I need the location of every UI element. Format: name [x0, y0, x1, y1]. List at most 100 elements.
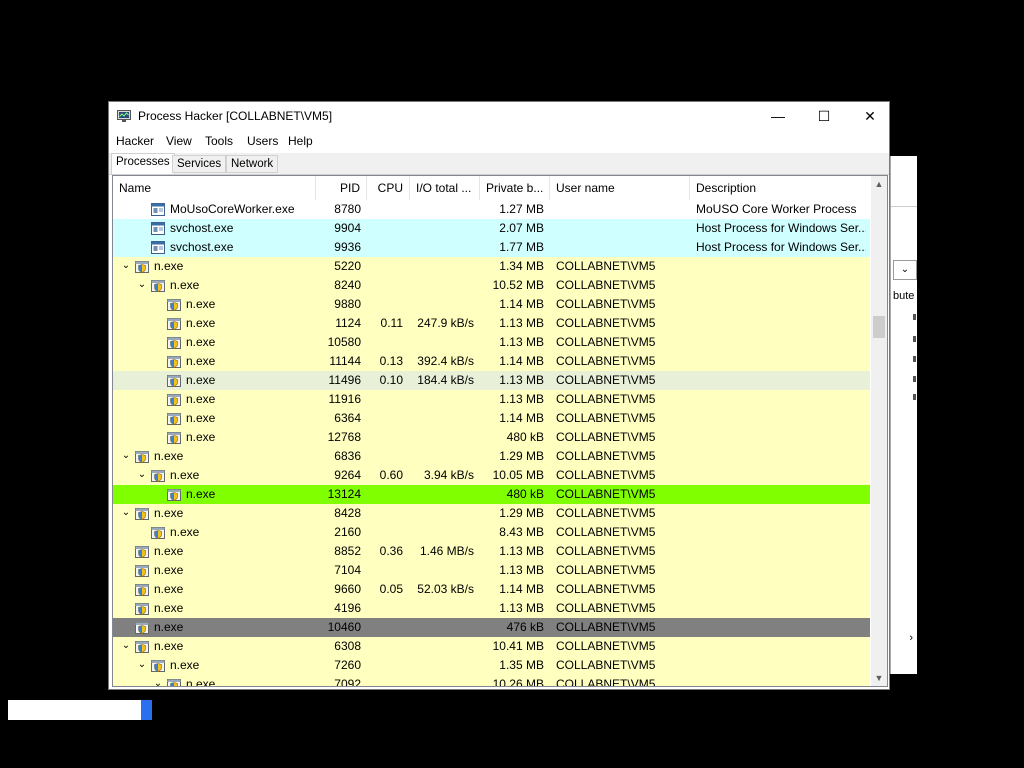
column-user-name[interactable]: User name — [550, 176, 690, 200]
table-row[interactable]: ⌄ n.exe 8428 1.29 MB COLLABNET\VM5 — [113, 504, 870, 523]
process-io-total — [410, 485, 474, 504]
process-io-total — [410, 504, 474, 523]
process-shield-icon — [150, 658, 166, 673]
process-name: n.exe — [154, 601, 184, 615]
process-user-name: COLLABNET\VM5 — [556, 506, 656, 520]
process-cpu — [367, 219, 403, 238]
table-row[interactable]: ⌄ n.exe 7092 10.26 MB COLLABNET\VM5 — [113, 675, 870, 687]
table-row[interactable]: n.exe 11144 0.13 392.4 kB/s 1.14 MB COLLABNET… — [113, 352, 870, 371]
process-private-bytes: 1.13 MB — [499, 373, 544, 387]
process-hacker-window: Process Hacker [COLLABNET\VM5] — ☐ ✕ Hac… — [108, 101, 890, 690]
process-cpu — [367, 409, 403, 428]
close-button[interactable]: ✕ — [847, 102, 893, 130]
tree-expander-chevron-icon[interactable]: ⌄ — [137, 656, 147, 675]
tab-network[interactable]: Network — [226, 155, 279, 173]
tab-services[interactable]: Services — [172, 155, 227, 173]
background-scroll-arrow[interactable]: › — [909, 632, 913, 644]
table-row[interactable]: n.exe 10460 476 kB COLLABNET\VM5 — [113, 618, 870, 637]
table-row[interactable]: n.exe 9660 0.05 52.03 kB/s 1.14 MB COLLABNET\… — [113, 580, 870, 599]
process-cpu — [367, 504, 403, 523]
process-private-bytes: 1.13 MB — [499, 544, 544, 558]
maximize-button[interactable]: ☐ — [801, 102, 847, 130]
tree-expander-chevron-icon — [137, 200, 147, 219]
process-user-name: COLLABNET\VM5 — [556, 677, 656, 687]
taskbar-search-box[interactable] — [8, 700, 141, 720]
process-pid: 8852 — [334, 544, 361, 558]
process-description — [696, 257, 866, 276]
process-user-name: COLLABNET\VM5 — [556, 316, 656, 330]
process-shield-icon — [134, 582, 150, 597]
column-pid[interactable]: PID — [316, 176, 367, 200]
process-user-name: COLLABNET\VM5 — [556, 449, 656, 463]
table-row[interactable]: n.exe 12768 480 kB COLLABNET\VM5 — [113, 428, 870, 447]
process-cpu: 0.36 — [379, 544, 403, 558]
table-row[interactable]: n.exe 7104 1.13 MB COLLABNET\VM5 — [113, 561, 870, 580]
tree-expander-chevron-icon[interactable]: ⌄ — [121, 447, 131, 466]
process-name: svchost.exe — [170, 221, 234, 235]
menu-hacker[interactable]: Hacker — [116, 134, 154, 148]
table-row[interactable]: svchost.exe 9936 1.77 MB Host Process for W… — [113, 238, 870, 257]
menu-tools[interactable]: Tools — [205, 134, 233, 148]
process-shield-icon — [166, 430, 182, 445]
table-row[interactable]: n.exe 9880 1.14 MB COLLABNET\VM5 — [113, 295, 870, 314]
table-row[interactable]: MoUsoCoreWorker.exe 8780 1.27 MB MoUSO Core… — [113, 200, 870, 219]
process-shield-icon — [134, 563, 150, 578]
table-row[interactable]: n.exe 10580 1.13 MB COLLABNET\VM5 — [113, 333, 870, 352]
table-row[interactable]: ⌄ n.exe 7260 1.35 MB COLLABNET\VM5 — [113, 656, 870, 675]
tree-expander-chevron-icon[interactable]: ⌄ — [137, 276, 147, 295]
process-name: n.exe — [154, 544, 184, 558]
menu-view[interactable]: View — [166, 134, 192, 148]
process-cpu — [367, 257, 403, 276]
table-row[interactable]: n.exe 13124 480 kB COLLABNET\VM5 — [113, 485, 870, 504]
process-cpu — [367, 637, 403, 656]
background-mark — [913, 376, 916, 382]
tree-expander-chevron-icon[interactable]: ⌄ — [153, 675, 163, 686]
process-io-total: 3.94 kB/s — [423, 468, 474, 482]
tree-expander-chevron-icon[interactable]: ⌄ — [121, 637, 131, 656]
scrollbar-thumb[interactable] — [873, 316, 885, 338]
tab-processes[interactable]: Processes — [111, 153, 175, 174]
process-name: n.exe — [186, 316, 216, 330]
process-io-total — [410, 523, 474, 542]
vertical-scrollbar[interactable]: ▲ ▼ — [871, 176, 887, 686]
table-row[interactable]: ⌄ n.exe 9264 0.60 3.94 kB/s 10.05 MB COLLABNET… — [113, 466, 870, 485]
tree-expander-chevron-icon — [137, 523, 147, 542]
table-row[interactable]: ⌄ n.exe 8240 10.52 MB COLLABNET\VM5 — [113, 276, 870, 295]
table-row[interactable]: n.exe 1124 0.11 247.9 kB/s 1.13 MB COLLABNET\… — [113, 314, 870, 333]
process-pid: 10580 — [327, 335, 361, 349]
column-private-bytes[interactable]: Private b... — [480, 176, 550, 200]
process-shield-icon — [150, 278, 166, 293]
column-name[interactable]: Name — [113, 176, 316, 200]
minimize-button[interactable]: — — [755, 102, 801, 130]
column-description[interactable]: Description — [690, 176, 870, 200]
table-row[interactable]: ⌄ n.exe 6836 1.29 MB COLLABNET\VM5 — [113, 447, 870, 466]
process-name: n.exe — [154, 639, 184, 653]
menu-users[interactable]: Users — [247, 134, 278, 148]
process-io-total — [410, 561, 474, 580]
tree-expander-chevron-icon[interactable]: ⌄ — [137, 466, 147, 485]
table-row[interactable]: n.exe 6364 1.14 MB COLLABNET\VM5 — [113, 409, 870, 428]
table-row[interactable]: svchost.exe 9904 2.07 MB Host Process for W… — [113, 219, 870, 238]
table-row[interactable]: n.exe 11496 0.10 184.4 kB/s 1.13 MB COLLABNET… — [113, 371, 870, 390]
process-name: n.exe — [186, 677, 216, 687]
table-row[interactable]: ⌄ n.exe 5220 1.34 MB COLLABNET\VM5 — [113, 257, 870, 276]
process-description — [696, 314, 866, 333]
table-row[interactable]: ⌄ n.exe 6308 10.41 MB COLLABNET\VM5 — [113, 637, 870, 656]
table-row[interactable]: n.exe 8852 0.36 1.46 MB/s 1.13 MB COLLABNET\V… — [113, 542, 870, 561]
process-name: n.exe — [154, 506, 184, 520]
scroll-up-arrow-icon[interactable]: ▲ — [871, 176, 887, 192]
table-row[interactable]: n.exe 11916 1.13 MB COLLABNET\VM5 — [113, 390, 870, 409]
title-bar[interactable]: Process Hacker [COLLABNET\VM5] — ☐ ✕ — [109, 102, 889, 130]
tree-expander-chevron-icon[interactable]: ⌄ — [121, 257, 131, 276]
background-dropdown[interactable]: ⌄ — [893, 260, 917, 280]
table-row[interactable]: n.exe 2160 8.43 MB COLLABNET\VM5 — [113, 523, 870, 542]
scroll-down-arrow-icon[interactable]: ▼ — [871, 670, 887, 686]
tree-expander-chevron-icon[interactable]: ⌄ — [121, 504, 131, 523]
process-private-bytes: 1.29 MB — [499, 449, 544, 463]
process-io-total — [410, 447, 474, 466]
column-io-total[interactable]: I/O total ... — [410, 176, 480, 200]
process-private-bytes: 1.77 MB — [499, 240, 544, 254]
table-row[interactable]: n.exe 4196 1.13 MB COLLABNET\VM5 — [113, 599, 870, 618]
menu-help[interactable]: Help — [288, 134, 313, 148]
column-cpu[interactable]: CPU — [367, 176, 410, 200]
